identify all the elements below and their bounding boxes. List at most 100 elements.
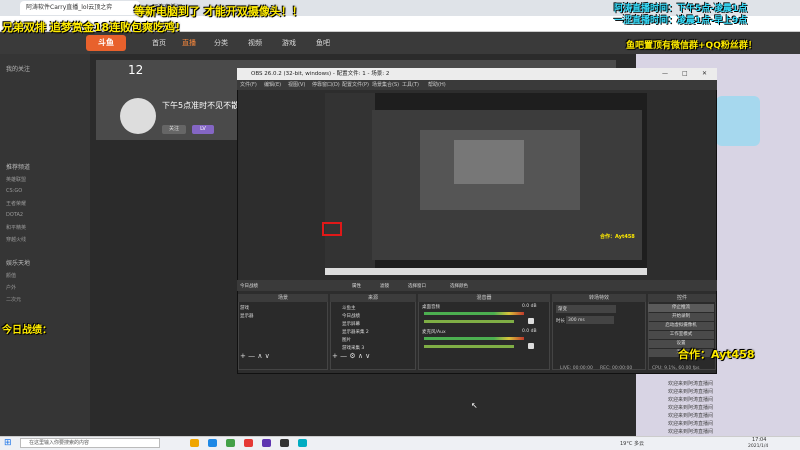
taskbar-search-input[interactable]: 在这里输入你要搜索的内容 [20,438,160,448]
weather-text[interactable]: 19°C 多云 [620,440,644,447]
sidebar-item[interactable]: 英雄联盟 [6,176,26,183]
preview-nested-inner [454,140,524,184]
obs-menu-bar [237,80,717,90]
menu-profile[interactable]: 配置文件(P) [342,81,369,88]
mixer-channel-name: 桌面音频 [422,305,440,310]
sidebar-item[interactable]: CS:GO [6,188,22,194]
nav-games[interactable]: 游戏 [282,36,296,50]
speaker-icon[interactable] [528,343,534,349]
obs-taskbar-icon[interactable] [280,439,289,447]
screen: 阿涛软件Carry直播_lol云顶之弈 阿涛直播间 + 斗鱼 首页 直播 分类 … [0,0,800,450]
add-source-button[interactable]: + — ⚙ ∧ ∨ [332,352,370,360]
level-badge: LV [192,125,214,134]
source-item[interactable]: 游戏采集 3 [342,345,364,351]
close-button[interactable]: ✕ [702,70,707,77]
sidebar-item[interactable]: 穿越火线 [6,236,26,243]
mixer-channel-db: 0.0 dB [522,329,537,334]
mixer-channel-name: 麦克风/Aux [422,330,446,335]
stream-title: 下午5点准时不见不散- [162,101,242,110]
sidebar-item[interactable]: 二次元 [6,296,21,303]
select-color-button[interactable]: 选择颜色 [450,283,468,289]
sidebar-item[interactable]: 王者荣耀 [6,200,26,207]
menu-scene-collection[interactable]: 场景集合(S) [372,81,399,88]
nav-home[interactable]: 首页 [152,36,166,50]
select-window-button[interactable]: 选择窗口 [408,283,426,289]
sidebar-item[interactable]: DOTA2 [6,212,23,218]
sidebar-item[interactable]: 户外 [6,284,16,291]
edge-icon[interactable] [208,439,217,447]
rec-status: REC: 00:00:00 [600,366,633,371]
cpu-status: CPU: 9.1%, 60.00 fps [652,366,700,371]
sidebar-section-title: 我的关注 [6,66,31,73]
filters-button[interactable]: 滤镜 [380,283,389,289]
app-icon[interactable] [298,439,307,447]
chrome-icon[interactable] [226,439,235,447]
cooperation-caption: 合作：Ayt458 [678,348,755,361]
maximize-button[interactable]: □ [682,70,688,77]
virtual-camera-button[interactable]: 启动虚拟摄像机 [648,322,714,330]
follow-button[interactable]: 关注 [162,125,186,134]
app-icon[interactable] [262,439,271,447]
nav-category[interactable]: 分类 [214,36,228,50]
preview-overlay-text: 合作：Ayt458 [600,234,635,240]
file-explorer-icon[interactable] [190,439,199,447]
add-scene-button[interactable]: + — ∧ ∨ [240,352,270,360]
live-status: LIVE: 00:00:00 [560,366,593,371]
scene-item[interactable]: 显示器 [240,313,254,319]
mixer-dock-title: 混音器 [418,294,550,302]
chat-message: 欢迎来到阿涛直播间 [668,397,714,403]
app-icon[interactable] [244,439,253,447]
clock-time[interactable]: 17:04 [752,437,766,443]
obs-title-bar[interactable]: OBS 26.0.2 (32-bit, windows) - 配置文件: 1 -… [237,68,717,80]
site-logo[interactable]: 斗鱼 [86,35,126,51]
windows-start-icon[interactable]: ⊞ [4,439,13,448]
chat-message: 欢迎来到阿涛直播间 [668,429,714,435]
menu-tools[interactable]: 工具(T) [402,81,419,88]
stop-streaming-button[interactable]: 停止推流 [648,304,714,312]
left-banner-caption: 兄弟双排 追梦赏金18连败包爽吃鸡! [2,21,181,34]
browser-tab-active[interactable]: 阿涛软件Carry直播_lol云顶之弈 [20,1,140,15]
duration-label: 时长 [556,319,565,324]
mixer-channel-db: 0.0 dB [522,304,537,309]
mouse-cursor: ↖ [471,401,478,410]
sidebar-section-title: 推荐频道 [6,164,31,171]
avatar[interactable] [120,98,156,134]
minimize-button[interactable]: — [662,70,668,77]
transition-type: 渐变 [558,307,567,312]
nav-live[interactable]: 直播 [182,36,196,50]
scenes-dock-title: 场景 [238,294,328,302]
source-item[interactable]: 斗鱼主 [342,305,356,311]
sidebar-item[interactable]: 颜值 [6,272,16,279]
volume-slider[interactable] [424,345,514,348]
controls-dock-title: 控件 [648,294,716,302]
start-recording-button[interactable]: 开始录制 [648,313,714,321]
nav-video[interactable]: 视频 [248,36,262,50]
top-banner-caption: 等新电脑到了 才能开双摄像头！！ [134,5,303,18]
menu-help[interactable]: 帮助(H) [428,81,446,88]
chat-message: 欢迎来到阿涛直播间 [668,405,714,411]
properties-button[interactable]: 属性 [352,283,361,289]
studio-mode-button[interactable]: 工作室模式 [648,331,714,339]
source-item[interactable]: 显示屏幕 [342,321,360,327]
speaker-icon[interactable] [528,318,534,324]
transitions-dock-title: 转场特效 [552,294,646,302]
clock-date[interactable]: 2021/1/4 [748,444,768,449]
source-item[interactable]: 图片 [342,337,351,343]
menu-file[interactable]: 文件(F) [240,81,257,88]
left-sidebar [0,54,90,436]
menu-view[interactable]: 视图(V) [288,81,305,88]
volume-slider[interactable] [424,320,514,323]
preview-selection-box[interactable] [322,222,342,236]
today-record-caption: 今日战绩： [2,325,52,336]
preview-sidebar [325,93,375,268]
menu-edit[interactable]: 编辑(E) [264,81,281,88]
sidebar-item[interactable]: 和平精英 [6,224,26,231]
header-badge-count: 12 [128,63,144,77]
sidebar-section-title: 娱乐天地 [6,260,31,267]
source-item[interactable]: 显示器采集 2 [342,329,369,335]
menu-docks[interactable]: 停靠窗口(D) [312,81,340,88]
schedule-caption-2: 一涩直播时间：凌晨1点-早上9点 [614,16,748,26]
source-item[interactable]: 今日战绩 [342,313,360,319]
nav-fishbar[interactable]: 鱼吧 [316,36,330,50]
scene-item[interactable]: 游戏 [240,305,249,311]
